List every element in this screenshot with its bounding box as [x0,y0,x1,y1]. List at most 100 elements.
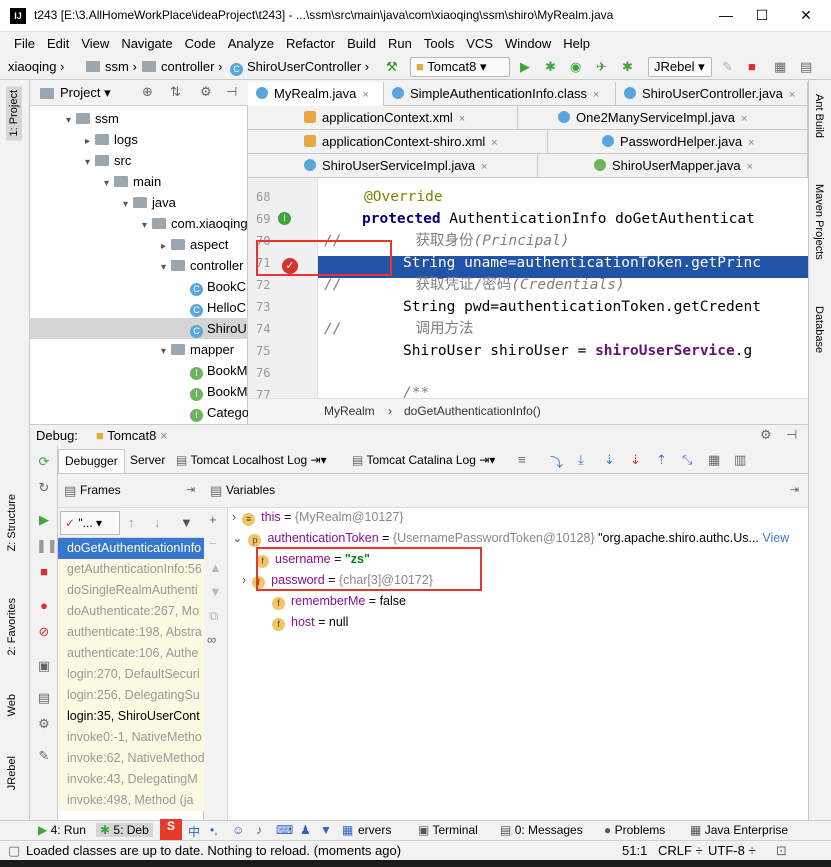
menu-code[interactable]: Code [185,36,216,51]
tool-terminal[interactable]: ▣ Terminal [418,823,478,837]
run-to-cursor-icon[interactable]: ⤡ [682,452,692,468]
locate-icon[interactable]: ⊕ [142,84,153,100]
hide-icon[interactable]: ⊣ [226,84,237,100]
tree-item[interactable]: ▾ java [30,192,176,213]
close-icon[interactable]: × [481,161,487,173]
editor-gutter[interactable]: 68 69 70 71 72 73 74 75 76 77 I ✓ [248,178,318,398]
ime-punct-icon[interactable]: •, [210,823,218,837]
jrebel-debug-icon[interactable]: ✱ [622,59,633,75]
menu-help[interactable]: Help [563,36,590,51]
caret-position[interactable]: 51:1 [622,843,647,858]
gear-icon[interactable]: ⚙ [200,84,212,100]
close-icon[interactable]: × [160,428,168,443]
maximize-icon[interactable]: ☐ [750,4,774,26]
tree-item[interactable]: ▸ aspect [30,234,228,255]
tree-item[interactable]: C BookC [30,276,246,297]
stack-frame[interactable]: getAuthenticationInfo:56 [58,559,204,580]
tree-item[interactable]: C HelloC [30,297,246,318]
update-icon[interactable]: ✎ [722,59,733,75]
run-config-select[interactable]: ■ Tomcat8 ▾ [410,57,510,77]
close-icon[interactable]: × [789,89,795,101]
ime-shirt-icon[interactable]: ▼ [320,823,332,837]
chevron-down-icon[interactable]: ▾ [161,257,171,278]
stack-frame[interactable]: doAuthenticate:267, Mo [58,601,204,622]
project-structure-icon[interactable]: ▦ [774,59,786,75]
tab-debugger[interactable]: Debugger [58,449,125,473]
ime-grid-icon[interactable]: ▦ [342,823,353,837]
debug-session-tab[interactable]: ■ Tomcat8 × [96,428,168,443]
file-encoding[interactable]: UTF-8 ÷ [708,843,756,858]
ime-keyboard-icon[interactable]: ⌨ [276,823,293,837]
build-hammer-icon[interactable]: ⚒ [386,59,398,75]
thread-select[interactable]: ✓ "... ▾ [60,511,120,535]
variable-authentication-token[interactable]: ⌄ p authenticationToken = {UsernamePasswor… [232,528,789,549]
variable-remember-me[interactable]: f rememberMe = false [272,591,406,612]
breadcrumb-method[interactable]: doGetAuthenticationInfo() [404,404,541,418]
variable-host[interactable]: f host = null [272,612,348,633]
tool-debug[interactable]: ✱ 5: Deb [96,823,153,837]
close-icon[interactable]: × [362,89,368,101]
tab-shirousermapper[interactable]: ShiroUserMapper.java × [538,154,808,178]
tool-tab-jrebel[interactable]: JRebel [6,756,18,790]
menu-view[interactable]: View [81,36,109,51]
collapse-icon[interactable]: ⇅ [170,84,181,100]
tab-passwordhelper[interactable]: PasswordHelper.java × [548,130,808,154]
menu-run[interactable]: Run [388,36,412,51]
tab-server[interactable]: Server [124,449,171,473]
stop-icon[interactable]: ■ [36,564,52,580]
minimize-icon[interactable]: — [714,4,738,26]
jrebel-run-icon[interactable]: ✈ [596,59,607,75]
menu-file[interactable]: File [14,36,35,51]
coverage-icon[interactable]: ◉ [570,59,581,75]
step-into-icon[interactable]: ⇣ [604,452,615,468]
stack-frame[interactable]: authenticate:198, Abstra [58,622,204,643]
close-icon[interactable]: × [748,137,754,149]
force-step-into-icon[interactable]: ⇣ [630,452,641,468]
menu-vcs[interactable]: VCS [466,36,493,51]
tool-tab-project[interactable]: 1: Project [6,86,22,141]
stack-frame[interactable]: invoke:62, NativeMethod [58,748,204,769]
settings-icon[interactable]: ⚙ [36,716,52,732]
step-over-icon[interactable]: ⤓ [578,452,584,468]
close-icon[interactable]: × [459,113,465,125]
tool-run[interactable]: ▶ 4: Run [38,823,86,837]
tab-shirouserserviceimpl[interactable]: ShiroUserServiceImpl.java × [248,154,538,178]
close-icon[interactable]: × [593,89,599,101]
chevron-down-icon[interactable]: ▾ [66,110,76,131]
tree-item[interactable]: I Catego [30,402,248,423]
ime-mic-icon[interactable]: ♪ [256,823,262,837]
close-icon[interactable]: × [491,137,497,149]
tree-item[interactable]: ▾ src [30,150,131,171]
stack-frame[interactable]: doGetAuthenticationInfo [58,538,204,559]
code-editor[interactable]: 68 69 70 71 72 73 74 75 76 77 I ✓ @Overr… [248,178,808,398]
line-separator[interactable]: CRLF ÷ [658,843,703,858]
tab-simpleauthinfo[interactable]: SimpleAuthenticationInfo.class × [384,82,616,106]
camera-icon[interactable]: ▣ [36,658,52,674]
down-icon[interactable]: ↓ [154,515,161,530]
implements-icon[interactable]: I [278,212,291,225]
chevron-down-icon[interactable]: ▾ [104,173,114,194]
pin-tab-icon[interactable]: ⇥ [790,483,799,496]
tree-item[interactable]: ▾ mapper [30,339,234,360]
tool-problems[interactable]: ● Problems [604,823,665,837]
menu-navigate[interactable]: Navigate [121,36,172,51]
move-up-icon[interactable]: ▲ [209,560,222,575]
nav-crumb-project[interactable]: xiaoqing › [8,59,64,74]
menu-analyze[interactable]: Analyze [228,36,274,51]
expand-icon[interactable]: › [242,573,246,587]
menu-tools[interactable]: Tools [424,36,454,51]
close-icon[interactable]: ✕ [794,4,818,26]
tab-shirousercontroller[interactable]: ShiroUserController.java × [616,82,808,106]
new-watch-icon[interactable]: + [209,512,217,527]
tab-appcontext[interactable]: applicationContext.xml × [248,106,518,130]
debug-icon[interactable]: ✱ [545,59,556,75]
collapse-arrow-icon[interactable]: ⌄ [232,531,242,545]
menu-icon[interactable]: ≡ [518,452,526,467]
tree-item[interactable]: C ShiroU [30,318,248,339]
breadcrumb-class[interactable]: MyRealm [324,404,375,418]
expand-icon[interactable]: › [232,510,236,524]
tool-tab-structure[interactable]: Z: Structure [6,494,18,551]
layout-icon[interactable]: ▥ [734,452,746,468]
tree-item[interactable]: ▾ main [30,171,161,192]
chevron-down-icon[interactable]: ▾ [85,152,95,173]
